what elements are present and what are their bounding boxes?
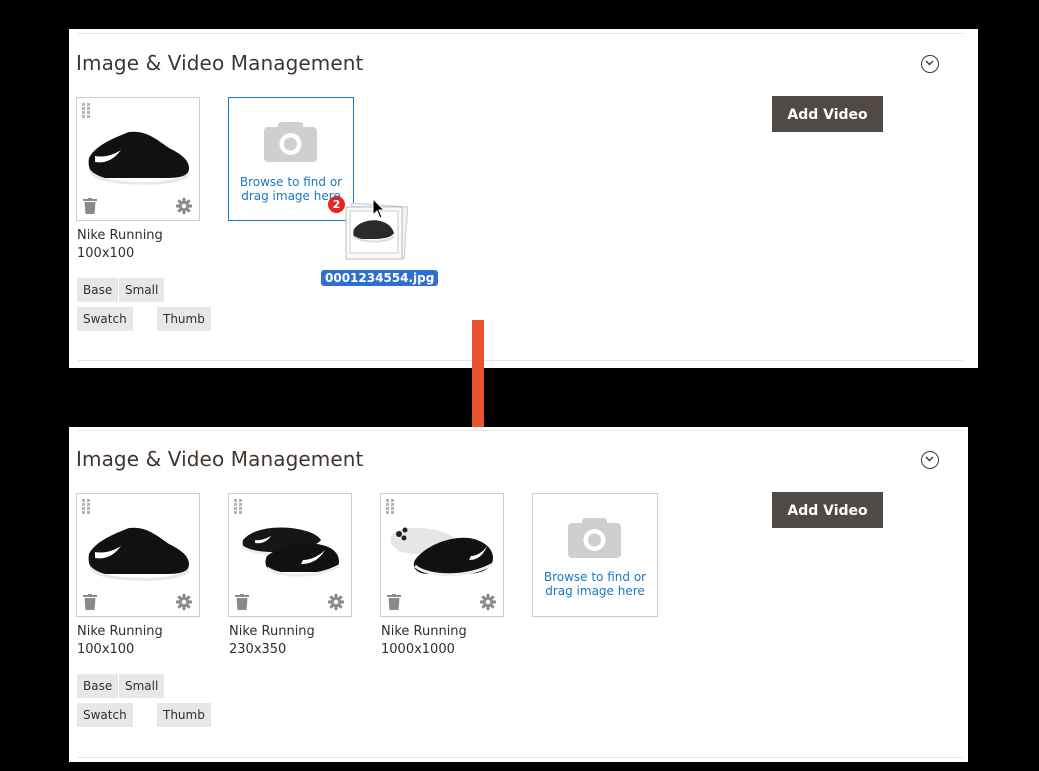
role-badge: Thumb (157, 703, 211, 727)
role-badge: Swatch (77, 703, 133, 727)
image-video-panel-before: Image & Video Management Add Video Nike … (69, 29, 978, 368)
image-tile[interactable] (76, 97, 200, 221)
role-badge: Thumb (157, 307, 211, 331)
image-name: Nike Running (77, 228, 163, 243)
drag-handle-icon[interactable] (234, 499, 243, 514)
shoe-image (88, 131, 189, 185)
drag-handle-icon[interactable] (386, 499, 395, 514)
role-badge: Swatch (77, 307, 133, 331)
role-badge: Base (77, 674, 119, 698)
file-count-badge: 2 (328, 196, 345, 213)
add-video-button[interactable]: Add Video (772, 96, 883, 132)
gear-icon[interactable] (480, 594, 496, 610)
gear-icon[interactable] (176, 198, 192, 214)
gear-icon[interactable] (328, 594, 344, 610)
role-badge: Base (77, 278, 119, 302)
divider (78, 757, 963, 758)
collapse-toggle[interactable] (921, 451, 939, 469)
image-name: Nike Running (381, 624, 467, 639)
trash-icon[interactable] (83, 594, 97, 610)
image-size: 1000x1000 (381, 642, 455, 657)
image-name: Nike Running (229, 624, 315, 639)
divider (78, 33, 963, 34)
image-dropzone[interactable]: Browse to find or drag image here (532, 493, 658, 617)
trash-icon[interactable] (235, 594, 249, 610)
camera-icon (264, 122, 317, 162)
image-size: 100x100 (77, 246, 135, 261)
image-size: 100x100 (77, 642, 135, 657)
image-tile[interactable] (76, 493, 200, 617)
panel-title: Image & Video Management (76, 51, 364, 75)
image-video-panel-after: Image & Video Management Add Video Nike … (69, 427, 968, 762)
trash-icon[interactable] (83, 198, 97, 214)
add-video-button[interactable]: Add Video (772, 492, 883, 528)
chevron-down-icon (925, 60, 934, 66)
divider (78, 360, 963, 361)
gear-icon[interactable] (176, 594, 192, 610)
dropzone-text-line1: Browse to find or (543, 570, 647, 584)
divider (78, 430, 963, 431)
trash-icon[interactable] (387, 594, 401, 610)
role-badge: Small (119, 278, 165, 302)
image-size: 230x350 (229, 642, 287, 657)
shoe-image (88, 527, 189, 581)
mouse-pointer-icon (372, 198, 386, 219)
panel-title: Image & Video Management (76, 447, 364, 471)
dropzone-label: Browse to find or drag image here (533, 570, 657, 598)
chevron-down-icon (925, 456, 934, 462)
image-name: Nike Running (77, 624, 163, 639)
shoe-image (240, 527, 340, 577)
image-tile[interactable] (380, 493, 504, 617)
dropzone-text-line2: drag image here (545, 584, 645, 598)
dragged-filename: 0001234554.jpg (321, 270, 439, 286)
dropzone-text-line1: Browse to find or (239, 175, 343, 189)
collapse-toggle[interactable] (921, 55, 939, 73)
drag-handle-icon[interactable] (82, 103, 91, 118)
camera-icon (568, 518, 621, 558)
image-tile[interactable] (228, 493, 352, 617)
drag-handle-icon[interactable] (82, 499, 91, 514)
shoe-image (390, 527, 494, 577)
role-badge: Small (119, 674, 165, 698)
